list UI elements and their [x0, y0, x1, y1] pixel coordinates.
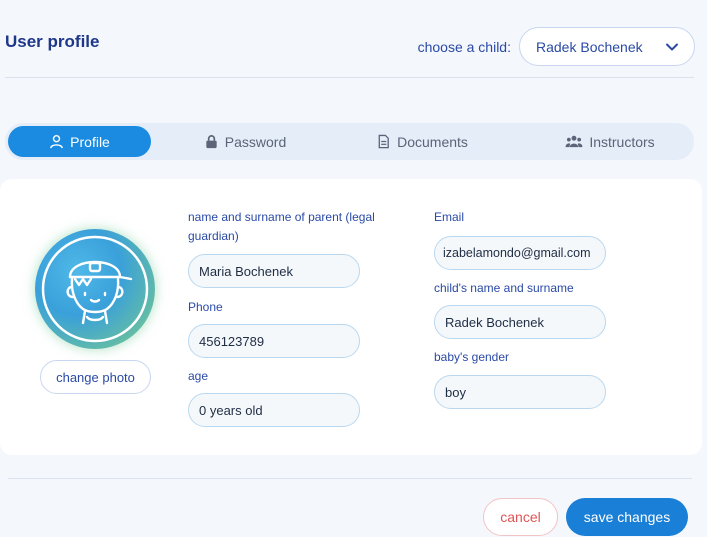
- child-name-label: child's name and surname: [434, 281, 574, 295]
- email-label: Email: [434, 210, 465, 224]
- age-label: age: [188, 369, 209, 383]
- tab-instructors[interactable]: Instructors: [535, 126, 685, 157]
- phone-field[interactable]: 456123789: [188, 324, 360, 358]
- phone-label: Phone: [188, 300, 223, 314]
- avatar: [35, 229, 155, 349]
- users-icon: [565, 135, 583, 148]
- profile-tabs: Profile Password Documents Instructors: [5, 123, 694, 160]
- document-icon: [378, 134, 389, 149]
- tab-profile[interactable]: Profile: [8, 126, 151, 157]
- footer-divider: [8, 478, 692, 479]
- gender-field[interactable]: boy: [434, 375, 606, 409]
- header-divider: [5, 77, 694, 78]
- save-changes-button[interactable]: save changes: [566, 498, 688, 536]
- tab-instructors-label: Instructors: [589, 133, 655, 150]
- tab-password[interactable]: Password: [170, 126, 320, 157]
- cancel-button[interactable]: cancel: [483, 498, 558, 536]
- child-select-value: Radek Bochenek: [536, 38, 643, 55]
- child-avatar-icon: [41, 235, 149, 343]
- page-title: User profile: [5, 32, 100, 51]
- choose-child-label: choose a child:: [417, 39, 511, 55]
- chevron-down-icon: [666, 43, 678, 51]
- child-select[interactable]: Radek Bochenek: [519, 27, 695, 66]
- email-field[interactable]: izabelamondo@gmail.com: [434, 236, 606, 270]
- gender-label: baby's gender: [434, 350, 510, 364]
- tab-documents[interactable]: Documents: [347, 126, 497, 157]
- lock-icon: [206, 135, 217, 149]
- tab-password-label: Password: [224, 133, 287, 150]
- age-field[interactable]: 0 years old: [188, 393, 360, 427]
- tab-documents-label: Documents: [397, 133, 468, 150]
- parent-name-field[interactable]: Maria Bochenek: [188, 254, 360, 288]
- parent-name-label: name and surname of parent (legal guardi…: [188, 210, 375, 243]
- tab-profile-label: Profile: [70, 133, 110, 150]
- user-icon: [50, 134, 63, 149]
- child-name-field[interactable]: Radek Bochenek: [434, 305, 606, 339]
- change-photo-button[interactable]: change photo: [40, 360, 151, 394]
- header: User profile choose a child: Radek Boche…: [0, 0, 707, 78]
